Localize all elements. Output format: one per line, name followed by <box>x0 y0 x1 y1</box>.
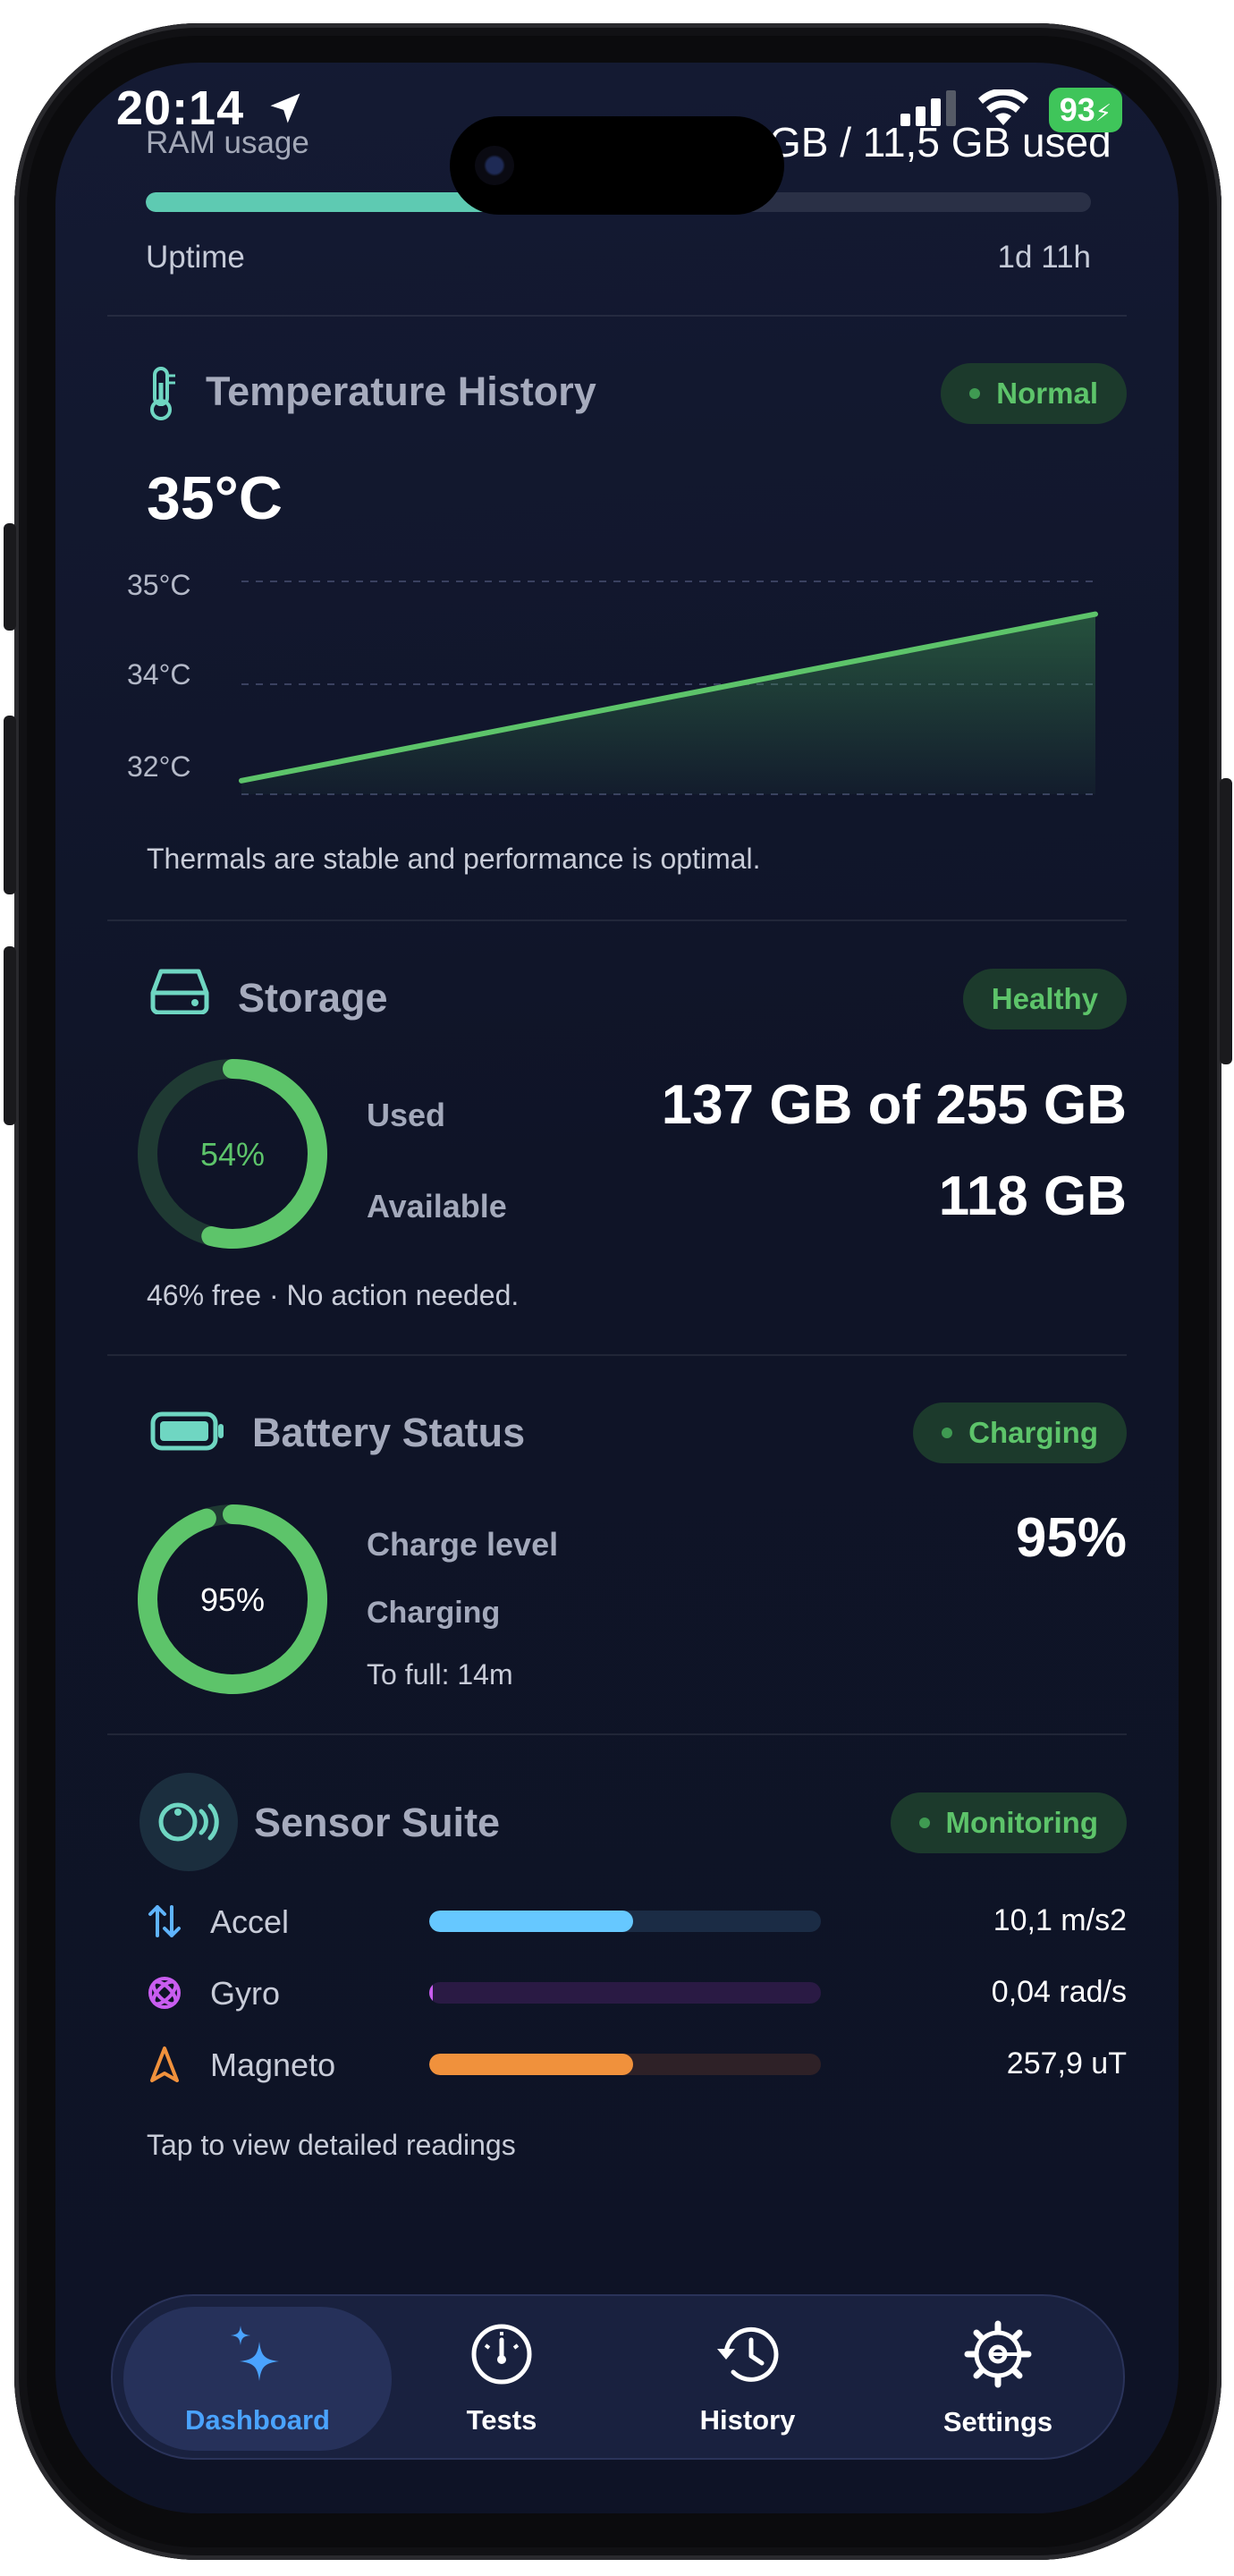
charging-bolt-icon: ⚡ <box>1095 99 1111 126</box>
sensor-value: 257,9 uT <box>1006 2046 1127 2080</box>
storage-card[interactable]: Storage Healthy 54% Used 137 GB of 255 G… <box>107 921 1127 1356</box>
status-dot <box>918 1818 930 1828</box>
sensor-card[interactable]: Sensor Suite Monitoring Accel 10,1 m/s2 Gy… <box>107 1735 1127 2200</box>
volume-down-button <box>4 946 16 1125</box>
sensor-row-gyro[interactable]: Gyro 0,04 rad/s <box>107 1966 1127 2020</box>
tab-label: History <box>699 2403 796 2436</box>
charge-level-value: 95% <box>1015 1507 1127 1569</box>
sensor-bar-track <box>429 2054 821 2075</box>
battery-indicator: 93⚡ <box>1048 88 1122 132</box>
storage-status-badge: Healthy <box>962 969 1127 1030</box>
sensor-bar-track <box>429 1911 821 1932</box>
gauge-icon <box>469 2322 534 2394</box>
uptime-value: 1d 11h <box>997 240 1091 275</box>
charging-state-label: Charging <box>367 1596 501 1630</box>
clock-text: 20:14 <box>116 81 245 135</box>
sensor-bar-fill <box>429 1982 434 2004</box>
tab-settings[interactable]: Settings <box>891 2296 1105 2462</box>
tab-dashboard[interactable]: Dashboard <box>123 2307 392 2451</box>
sensor-title: Sensor Suite <box>254 1800 501 1845</box>
temperature-chart: 35°C 34°C 32°C <box>127 569 1098 795</box>
storage-percent: 54% <box>199 1136 266 1173</box>
history-clock-icon <box>714 2322 782 2394</box>
ram-usage-fill <box>146 192 505 212</box>
battery-card[interactable]: Battery Status Charging 95% Charge level… <box>107 1356 1127 1735</box>
storage-used-label: Used <box>367 1097 446 1133</box>
storage-title: Storage <box>238 975 388 1021</box>
storage-used-value: 137 GB of 255 GB <box>661 1074 1127 1136</box>
y-tick-label: 32°C <box>127 750 191 783</box>
temperature-title: Temperature History <box>206 369 596 414</box>
camera-icon <box>475 146 514 185</box>
sparkles-icon <box>225 2322 290 2394</box>
sensor-bar-track <box>429 1982 821 2004</box>
wifi-icon <box>977 88 1029 131</box>
badge-label: Monitoring <box>945 1806 1098 1839</box>
arrows-up-down-icon <box>145 1902 184 1945</box>
charge-level-label: Charge level <box>367 1526 559 1563</box>
time-to-full: To full: 14m <box>367 1658 513 1690</box>
status-dot <box>969 388 981 399</box>
sensor-row-accel[interactable]: Accel 10,1 m/s2 <box>107 1894 1127 1948</box>
sensor-value: 10,1 m/s2 <box>993 1903 1127 1937</box>
storage-note: 46% free · No action needed. <box>147 1279 520 1311</box>
battery-ring-percent: 95% <box>199 1581 266 1618</box>
tab-history[interactable]: History <box>640 2296 855 2462</box>
sensor-bar-fill <box>429 2054 633 2075</box>
badge-label: Healthy <box>991 982 1098 1015</box>
gear-icon <box>964 2320 1032 2395</box>
volume-up-button <box>4 716 16 894</box>
hard-drive-icon <box>150 966 209 1019</box>
tab-label: Tests <box>466 2403 537 2436</box>
tab-tests[interactable]: Tests <box>408 2296 596 2462</box>
divider <box>107 315 1127 317</box>
tab-bar: Dashboard Tests History Settings <box>111 2294 1125 2460</box>
sensor-icon <box>139 1773 238 1871</box>
sensor-name: Accel <box>210 1903 290 1940</box>
battery-level: 93 <box>1059 91 1095 128</box>
power-button <box>1220 778 1232 1064</box>
sensor-name: Gyro <box>210 1975 281 2012</box>
y-tick-label: 34°C <box>127 658 191 691</box>
y-tick-label: 35°C <box>127 569 191 601</box>
tab-label: Dashboard <box>185 2403 330 2436</box>
badge-label: Charging <box>968 1416 1098 1449</box>
status-dot <box>942 1428 953 1438</box>
battery-icon <box>150 1411 225 1455</box>
sensor-name: Magneto <box>210 2046 336 2083</box>
action-button <box>4 523 16 631</box>
battery-title: Battery Status <box>252 1410 526 1455</box>
dynamic-island <box>450 116 784 215</box>
tab-label: Settings <box>942 2405 1053 2437</box>
sensor-value: 0,04 rad/s <box>991 1975 1127 2009</box>
sensor-status-badge: Monitoring <box>890 1792 1127 1853</box>
status-time: 20:14 <box>116 80 305 140</box>
uptime-label: Uptime <box>146 240 245 275</box>
sensor-row-magneto[interactable]: Magneto 257,9 uT <box>107 2038 1127 2091</box>
temperature-card[interactable]: Temperature History Normal 35°C 35°C 34°C… <box>107 340 1127 921</box>
current-temperature: 35°C <box>147 464 283 532</box>
sensor-bar-fill <box>429 1911 633 1932</box>
thermometer-icon <box>143 365 179 427</box>
cellular-signal-icon <box>900 89 958 131</box>
battery-status-badge: Charging <box>913 1402 1127 1463</box>
storage-available-label: Available <box>367 1188 507 1224</box>
status-icons: 93⚡ <box>900 88 1122 132</box>
storage-available-value: 118 GB <box>938 1165 1127 1227</box>
location-arrow-icon <box>266 84 305 140</box>
gyroscope-icon <box>145 1973 184 2017</box>
temperature-status-badge: Normal <box>941 363 1127 424</box>
compass-needle-icon <box>145 2045 184 2089</box>
sensor-note[interactable]: Tap to view detailed readings <box>147 2129 516 2162</box>
temperature-note: Thermals are stable and performance is o… <box>147 843 761 875</box>
badge-label: Normal <box>996 377 1098 410</box>
